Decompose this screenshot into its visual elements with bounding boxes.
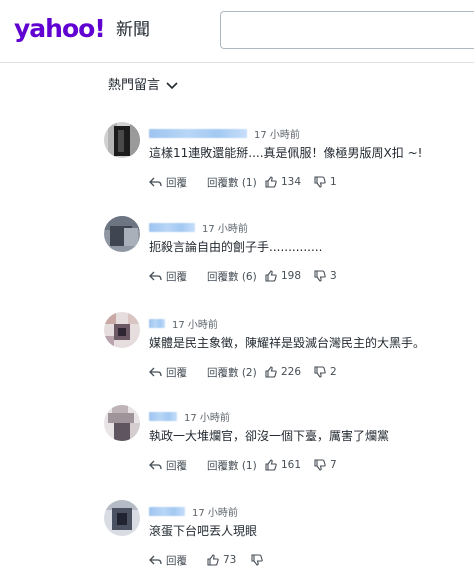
chevron-down-icon: [166, 82, 178, 90]
replies-count: 回覆數 (1): [207, 459, 257, 472]
username[interactable]: [149, 411, 177, 421]
username[interactable]: [149, 128, 247, 138]
view-replies-button[interactable]: 回覆數 (2): [207, 364, 257, 380]
search-input[interactable]: [220, 11, 474, 49]
comment-text: 扼殺言論自由的劊子手..............: [149, 240, 323, 254]
dislike-count: 2: [330, 366, 337, 378]
comment-text: 執政一大堆爛官，卻沒一個下臺，厲害了爛黨: [149, 429, 390, 443]
comment-text: 這樣11連敗還能掰....真是佩服！像極男版周X扣 ~!: [149, 146, 423, 160]
username[interactable]: [149, 222, 195, 232]
comment-item: 17 小時前 滾蛋下台吧丟人現眼 回覆 73: [104, 500, 474, 580]
reply-label: 回覆: [166, 176, 187, 189]
comment-item: 17 小時前 這樣11連敗還能掰....真是佩服！像極男版周X扣 ~! 回覆 回…: [104, 122, 474, 202]
comment-item: 17 小時前 執政一大堆爛官，卻沒一個下臺，厲害了爛黨 回覆 回覆數 (1) 1…: [104, 405, 474, 485]
replies-count: 回覆數 (2): [207, 366, 257, 379]
comment-timestamp: 17 小時前: [254, 129, 300, 141]
thumbs-up-icon: [265, 176, 277, 188]
reply-button[interactable]: 回覆: [149, 174, 187, 190]
sort-label: 熱門留言: [108, 78, 161, 93]
site-header: yahoo! 新聞: [0, 0, 474, 63]
avatar[interactable]: [104, 122, 140, 158]
thumbs-down-icon: [314, 176, 326, 188]
dislike-button[interactable]: 2: [314, 364, 337, 380]
dislike-count: 1: [330, 176, 337, 188]
like-count: 73: [223, 554, 237, 566]
dislike-button[interactable]: 3: [314, 268, 337, 284]
view-replies-button[interactable]: 回覆數 (1): [207, 457, 257, 473]
comment-item: 17 小時前 扼殺言論自由的劊子手.............. 回覆 回覆數 (…: [104, 216, 474, 296]
avatar[interactable]: [104, 216, 140, 252]
thumbs-down-icon: [251, 554, 263, 566]
like-button[interactable]: 226: [265, 364, 301, 380]
thumbs-up-icon: [265, 270, 277, 282]
reply-icon: [149, 271, 162, 281]
username[interactable]: [149, 318, 165, 328]
like-button[interactable]: 161: [265, 457, 301, 473]
view-replies-button[interactable]: 回覆數 (6): [207, 268, 257, 284]
like-count: 226: [281, 366, 302, 378]
reply-button[interactable]: 回覆: [149, 552, 187, 568]
like-count: 134: [281, 176, 302, 188]
reply-icon: [149, 555, 162, 565]
comment-timestamp: 17 小時前: [202, 223, 248, 235]
thumbs-up-icon: [207, 554, 219, 566]
comment-timestamp: 17 小時前: [172, 319, 218, 331]
reply-icon: [149, 177, 162, 187]
like-button[interactable]: 134: [265, 174, 301, 190]
thumbs-down-icon: [314, 270, 326, 282]
view-replies-button[interactable]: 回覆數 (1): [207, 174, 257, 190]
like-button[interactable]: 73: [207, 552, 236, 568]
avatar[interactable]: [104, 312, 140, 348]
dislike-count: 7: [330, 459, 337, 471]
reply-icon: [149, 460, 162, 470]
like-count: 161: [281, 459, 302, 471]
avatar[interactable]: [104, 405, 140, 441]
like-count: 198: [281, 270, 302, 282]
dislike-button[interactable]: [251, 552, 263, 568]
reply-label: 回覆: [166, 366, 187, 379]
sort-dropdown[interactable]: 熱門留言: [108, 76, 178, 96]
username[interactable]: [149, 506, 185, 516]
comment-text: 滾蛋下台吧丟人現眼: [149, 524, 258, 538]
comment-item: 17 小時前 媒體是民主象徵，陳耀祥是毀滅台灣民主的大黑手。 回覆 回覆數 (2…: [104, 312, 474, 392]
avatar[interactable]: [104, 500, 140, 536]
replies-count: 回覆數 (1): [207, 176, 257, 189]
comment-timestamp: 17 小時前: [184, 412, 230, 424]
dislike-count: 3: [330, 270, 337, 282]
comment-timestamp: 17 小時前: [192, 507, 238, 519]
like-button[interactable]: 198: [265, 268, 301, 284]
comment-text: 媒體是民主象徵，陳耀祥是毀滅台灣民主的大黑手。: [149, 336, 426, 350]
reply-button[interactable]: 回覆: [149, 364, 187, 380]
dislike-button[interactable]: 7: [314, 457, 337, 473]
reply-label: 回覆: [166, 554, 187, 567]
reply-button[interactable]: 回覆: [149, 268, 187, 284]
replies-count: 回覆數 (6): [207, 270, 257, 283]
yahoo-logo[interactable]: yahoo!: [14, 14, 106, 44]
thumbs-down-icon: [314, 459, 326, 471]
reply-icon: [149, 367, 162, 377]
logo-section-label[interactable]: 新聞: [116, 19, 150, 41]
reply-button[interactable]: 回覆: [149, 457, 187, 473]
dislike-button[interactable]: 1: [314, 174, 337, 190]
reply-label: 回覆: [166, 459, 187, 472]
thumbs-up-icon: [265, 366, 277, 378]
reply-label: 回覆: [166, 270, 187, 283]
thumbs-down-icon: [314, 366, 326, 378]
thumbs-up-icon: [265, 459, 277, 471]
